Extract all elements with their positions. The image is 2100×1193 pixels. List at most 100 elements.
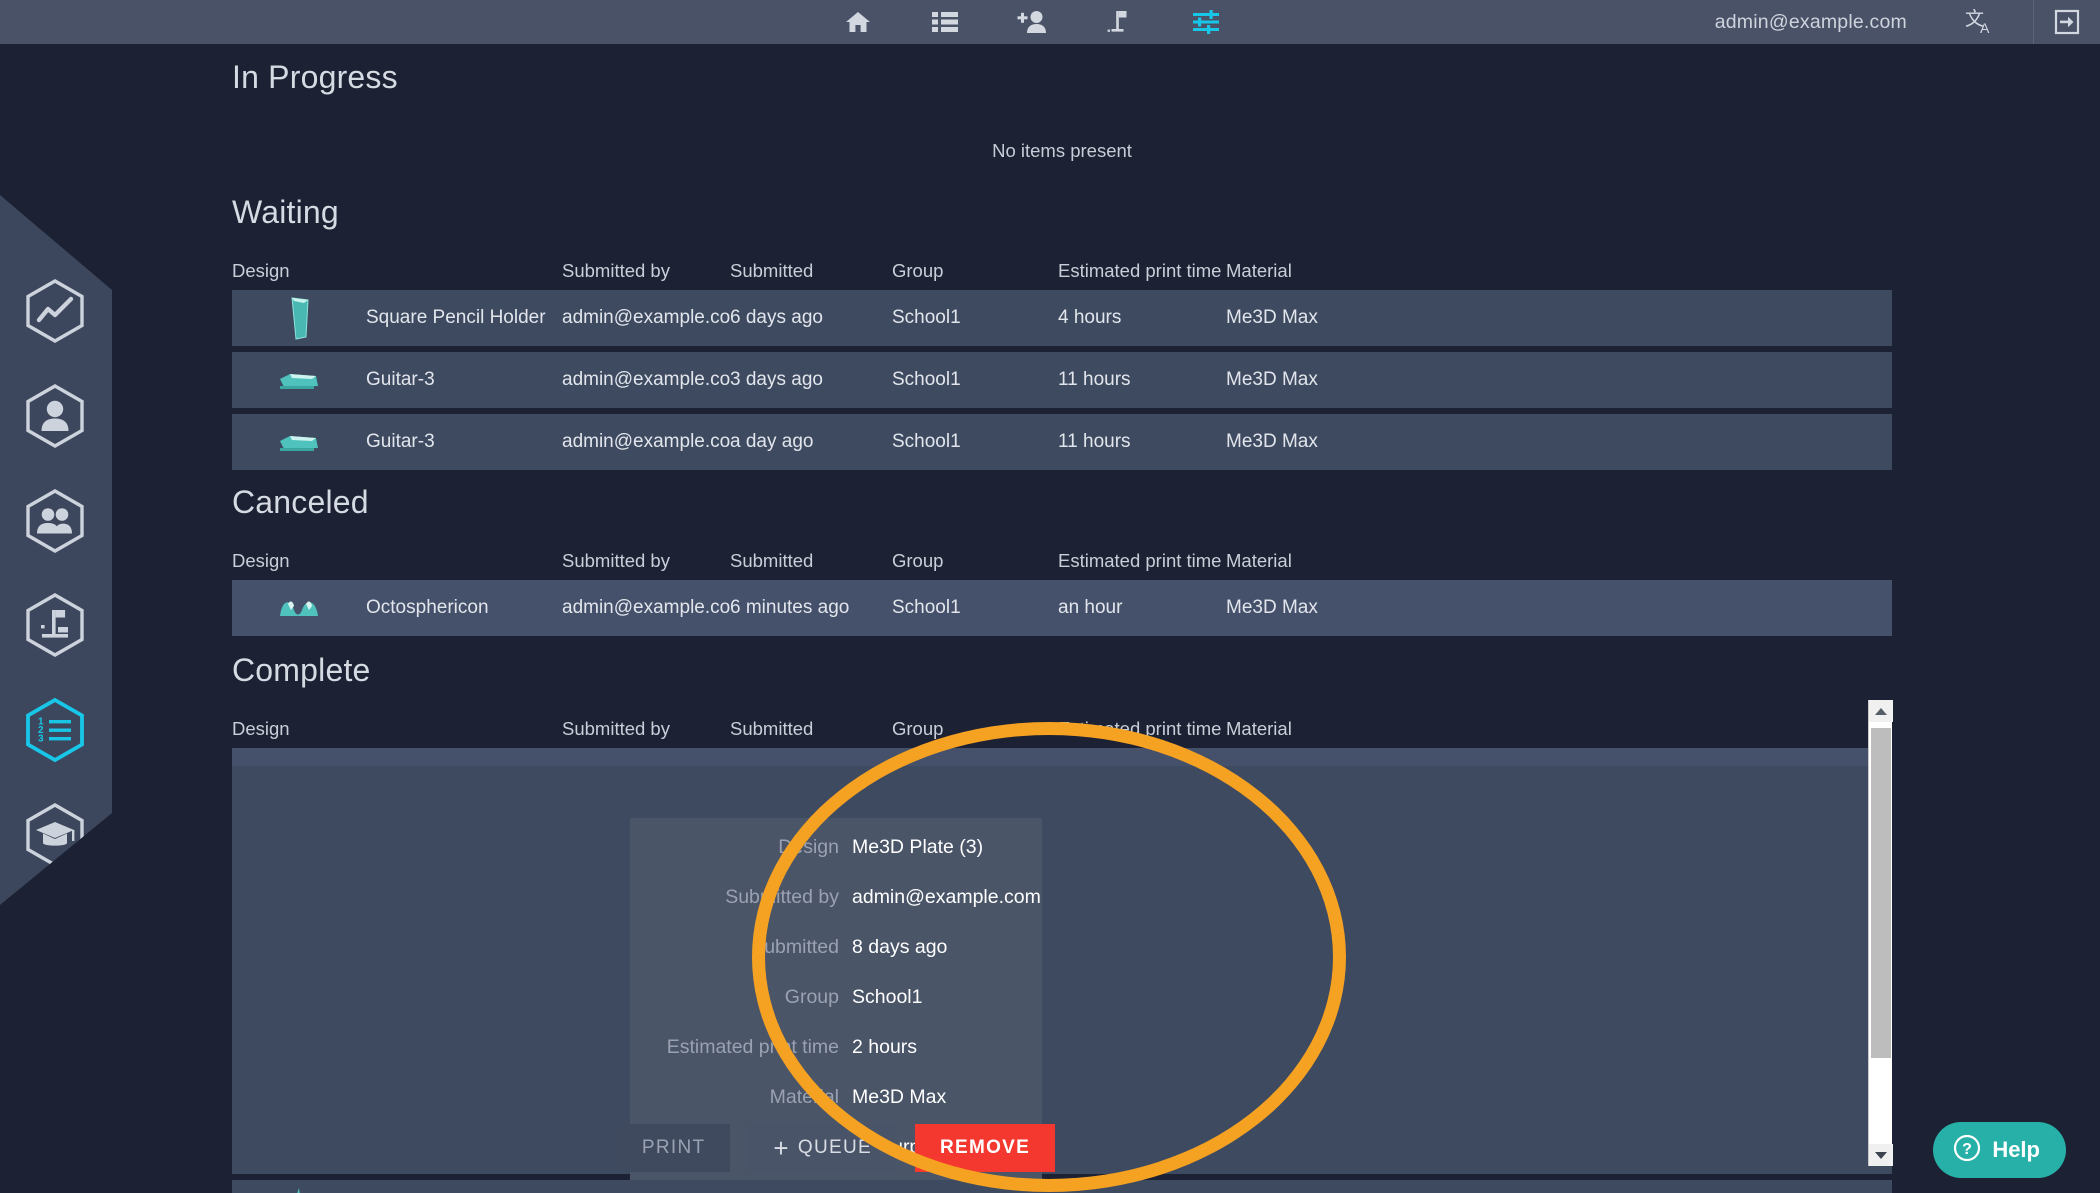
home-icon[interactable] bbox=[838, 2, 878, 42]
detail-label-submitted-by: Submitted by bbox=[725, 886, 839, 908]
next-row-thumbnail bbox=[268, 1182, 330, 1193]
section-title-in-progress: In Progress bbox=[232, 59, 398, 95]
add-to-queue-button-label: QUEUE bbox=[797, 1137, 872, 1158]
sidebar-item-analytics[interactable] bbox=[19, 277, 91, 346]
detail-row-design: Design Me3D Plate (3) bbox=[630, 836, 1042, 886]
design-thumbnail bbox=[232, 296, 366, 340]
column-header-material: Material bbox=[1226, 718, 1292, 739]
sidebar-item-queue[interactable]: 1 2 3 bbox=[19, 696, 91, 765]
sidebar-item-groups[interactable] bbox=[19, 486, 91, 555]
detail-action-buttons: PRINT + QUEUE REMOVE bbox=[616, 1124, 1056, 1172]
main-content: In Progress No items present Waiting Des… bbox=[232, 44, 1892, 1193]
print-button-label: PRINT bbox=[641, 1137, 706, 1158]
help-button[interactable]: ? Help bbox=[1933, 1122, 2066, 1178]
detail-label-design: Design bbox=[778, 836, 839, 858]
column-header-submitted: Submitted bbox=[730, 550, 814, 571]
detail-label-print-time: Estimated print time bbox=[666, 1036, 839, 1058]
detail-label-material: Material bbox=[769, 1086, 839, 1108]
detail-value-submitted-by: admin@example.com bbox=[852, 886, 1041, 908]
svg-text:A: A bbox=[1980, 20, 1990, 36]
column-header-submitted-by: Submitted by bbox=[562, 718, 670, 739]
design-thumbnail bbox=[232, 586, 366, 630]
list-icon[interactable] bbox=[925, 2, 965, 42]
top-bar-right-group: admin@example.com 文 A bbox=[1715, 0, 2100, 44]
people-icon bbox=[26, 488, 84, 553]
cell-material: Me3D Max bbox=[1226, 369, 1318, 390]
cell-print-time: an hour bbox=[1058, 597, 1123, 618]
app-root: admin@example.com 文 A 1 2 3 In Progress … bbox=[0, 0, 2100, 1193]
column-header-submitted-by: Submitted by bbox=[562, 260, 670, 281]
sidebar-item-profile[interactable] bbox=[19, 382, 91, 451]
column-header-group: Group bbox=[892, 550, 944, 571]
detail-row-submitted-by: Submitted by admin@example.com bbox=[630, 886, 1042, 936]
numbered-list-icon: 1 2 3 bbox=[26, 697, 84, 763]
column-header-design: Design bbox=[232, 718, 290, 739]
cell-submitted: 6 days ago bbox=[730, 307, 823, 328]
column-header-material: Material bbox=[1226, 260, 1292, 281]
table-row[interactable]: Octosphericon admin@example.com 6 minute… bbox=[232, 580, 1892, 636]
complete-table-header: Design Submitted by Submitted Group Esti… bbox=[232, 710, 1892, 748]
sidebar-item-printers[interactable] bbox=[19, 591, 91, 660]
waiting-table-header: Design Submitted by Submitted Group Esti… bbox=[232, 252, 1892, 290]
scrollbar-thumb[interactable] bbox=[1871, 728, 1891, 1058]
logout-icon[interactable] bbox=[2034, 0, 2100, 44]
cell-design: Guitar-3 bbox=[366, 369, 435, 390]
column-header-submitted-by: Submitted by bbox=[562, 550, 670, 571]
expanded-detail-area: Design Me3D Plate (3) Submitted by admin… bbox=[232, 766, 1892, 1193]
left-sidebar: 1 2 3 bbox=[0, 195, 112, 905]
canceled-table-header: Design Submitted by Submitted Group Esti… bbox=[232, 542, 1892, 580]
account-email-label[interactable]: admin@example.com bbox=[1715, 11, 1953, 34]
vertical-scrollbar[interactable] bbox=[1868, 700, 1893, 1166]
tune-icon[interactable] bbox=[1186, 2, 1226, 42]
table-row[interactable]: Square Pencil Holder admin@example.com 6… bbox=[232, 290, 1892, 346]
add-user-icon[interactable] bbox=[1012, 2, 1052, 42]
table-row[interactable]: Guitar-3 admin@example.com 3 days ago Sc… bbox=[232, 352, 1892, 408]
column-header-group: Group bbox=[892, 260, 944, 281]
cell-group: School1 bbox=[892, 597, 961, 618]
cell-print-time: 4 hours bbox=[1058, 307, 1122, 328]
column-header-group: Group bbox=[892, 718, 944, 739]
cell-submitted: 3 days ago bbox=[730, 369, 823, 390]
svg-text:3: 3 bbox=[38, 734, 44, 745]
canceled-table: Design Submitted by Submitted Group Esti… bbox=[232, 542, 1892, 642]
scroll-up-arrow[interactable] bbox=[1869, 700, 1893, 722]
cell-submitted: a day ago bbox=[730, 431, 814, 452]
printer-icon bbox=[26, 593, 84, 658]
detail-row-submitted: Submitted 8 days ago bbox=[630, 936, 1042, 986]
cell-print-time: 11 hours bbox=[1058, 369, 1131, 390]
section-title-canceled: Canceled bbox=[232, 484, 369, 520]
print-button[interactable]: PRINT bbox=[616, 1124, 731, 1172]
in-progress-empty-text: No items present bbox=[992, 140, 1132, 161]
column-header-material: Material bbox=[1226, 550, 1292, 571]
detail-value-submitted: 8 days ago bbox=[852, 936, 948, 958]
scroll-down-arrow[interactable] bbox=[1869, 1144, 1893, 1166]
octosphericon-thumb-icon bbox=[268, 586, 330, 630]
section-title-complete: Complete bbox=[232, 652, 371, 688]
detail-value-material: Me3D Max bbox=[852, 1086, 947, 1108]
svg-text:?: ? bbox=[1962, 1141, 1972, 1158]
section-title-waiting: Waiting bbox=[232, 194, 339, 230]
printer-icon[interactable] bbox=[1099, 2, 1139, 42]
design-thumbnail bbox=[232, 358, 366, 402]
cell-material: Me3D Max bbox=[1226, 307, 1318, 328]
translate-icon[interactable]: 文 A bbox=[1953, 0, 2007, 44]
plus-icon: + bbox=[773, 1133, 790, 1163]
top-navigation-bar: admin@example.com 文 A bbox=[0, 0, 2100, 44]
cell-submitted-by: admin@example.com bbox=[562, 431, 730, 452]
sidebar-item-learning[interactable] bbox=[19, 800, 91, 869]
table-row[interactable] bbox=[232, 1180, 1892, 1193]
graduation-cap-icon bbox=[26, 802, 84, 867]
remove-button[interactable]: REMOVE bbox=[914, 1124, 1056, 1172]
guitar-thumb-icon bbox=[268, 358, 330, 402]
help-button-label: Help bbox=[1992, 1137, 2040, 1162]
waiting-table: Design Submitted by Submitted Group Esti… bbox=[232, 252, 1892, 476]
design-thumbnail bbox=[232, 420, 366, 464]
detail-label-submitted: Submitted bbox=[751, 936, 839, 958]
detail-value-group: School1 bbox=[852, 986, 923, 1008]
remove-button-label: REMOVE bbox=[939, 1137, 1031, 1158]
table-row[interactable]: Guitar-3 admin@example.com a day ago Sch… bbox=[232, 414, 1892, 470]
add-to-queue-button[interactable]: + QUEUE bbox=[748, 1124, 897, 1172]
cell-design: Octosphericon bbox=[366, 597, 489, 618]
column-header-design: Design bbox=[232, 550, 290, 571]
column-header-design: Design bbox=[232, 260, 290, 281]
